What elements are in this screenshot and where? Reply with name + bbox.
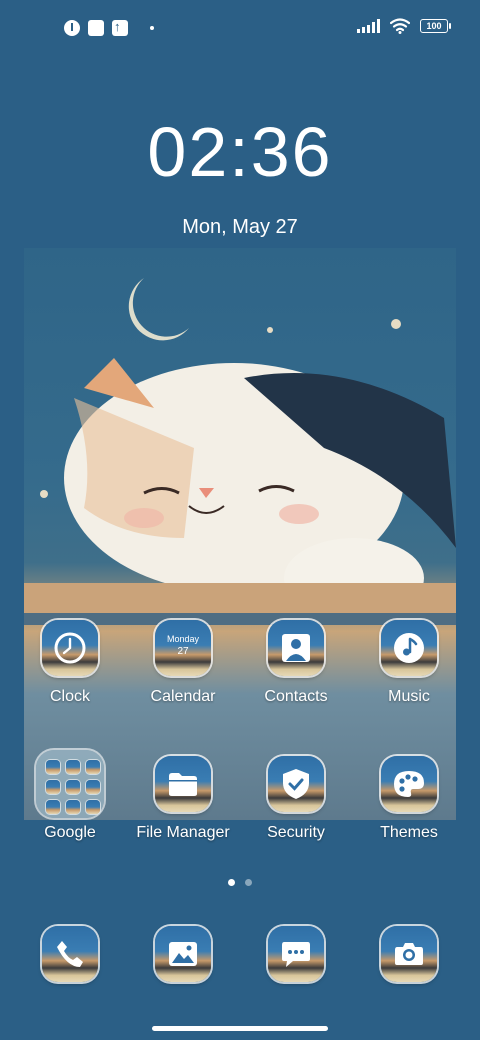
messages-icon[interactable]	[268, 926, 324, 982]
contacts-app-icon[interactable]	[268, 620, 324, 676]
more-dot-icon	[150, 26, 154, 30]
calendar-label: Calendar	[150, 688, 216, 705]
app-file-manager[interactable]: File Manager	[128, 756, 238, 842]
dock-camera[interactable]	[354, 926, 464, 982]
meet-icon	[86, 800, 100, 814]
wifi-icon	[390, 18, 410, 34]
app-contacts[interactable]: Contacts	[241, 620, 351, 706]
page-dot-2[interactable]	[245, 879, 252, 886]
status-system: 100	[357, 18, 451, 34]
app-clock[interactable]: Clock	[15, 620, 125, 706]
notification-square-icon	[88, 20, 104, 36]
dock-messages[interactable]	[241, 926, 351, 982]
google-folder-icon[interactable]	[36, 750, 104, 818]
app-calendar[interactable]: Monday 27 Calendar	[128, 620, 238, 706]
clock-label: Clock	[49, 688, 90, 705]
music-app-icon[interactable]	[381, 620, 437, 676]
battery-icon: 100	[420, 19, 451, 33]
google-label: Google	[44, 824, 96, 841]
calendar-date: 27	[177, 646, 189, 657]
google-icon	[46, 760, 60, 774]
status-notifications	[64, 19, 154, 36]
contacts-label: Contacts	[264, 688, 328, 705]
home-gesture-bar[interactable]	[152, 1026, 328, 1031]
calendar-day: Monday	[166, 634, 200, 644]
app-security[interactable]: Security	[241, 756, 351, 842]
app-themes[interactable]: Themes	[354, 756, 464, 842]
page-dot-1[interactable]	[228, 879, 235, 886]
gallery-icon[interactable]	[155, 926, 211, 982]
youtube-icon	[46, 780, 60, 794]
camera-icon[interactable]	[381, 926, 437, 982]
gmail-icon	[66, 760, 80, 774]
page-indicator[interactable]	[0, 879, 480, 886]
maps-icon	[66, 780, 80, 794]
app-folder-google[interactable]: Google	[15, 750, 125, 842]
dock-phone[interactable]	[15, 926, 125, 982]
themes-label: Themes	[380, 824, 438, 841]
phone-icon[interactable]	[42, 926, 98, 982]
file-manager-app-icon[interactable]	[155, 756, 211, 812]
music-label: Music	[388, 688, 430, 705]
play-store-icon	[66, 800, 80, 814]
security-app-icon[interactable]	[268, 756, 324, 812]
clock-app-icon[interactable]	[42, 620, 98, 676]
drive-icon	[86, 780, 100, 794]
wallpaper-cat-painting	[24, 248, 456, 820]
home-clock-time[interactable]: 02:36	[0, 112, 480, 192]
chrome-icon	[86, 760, 100, 774]
photos-icon	[46, 800, 60, 814]
calendar-app-icon[interactable]: Monday 27	[155, 620, 211, 676]
signal-icon	[357, 19, 380, 33]
security-label: Security	[267, 824, 325, 841]
upload-icon	[112, 19, 128, 36]
file-manager-label: File Manager	[136, 824, 230, 841]
dock-gallery[interactable]	[128, 926, 238, 982]
themes-app-icon[interactable]	[381, 756, 437, 812]
status-bar: 100	[0, 0, 480, 56]
notification-app-icon	[64, 20, 80, 36]
app-music[interactable]: Music	[354, 620, 464, 706]
home-date[interactable]: Mon, May 27	[0, 216, 480, 239]
